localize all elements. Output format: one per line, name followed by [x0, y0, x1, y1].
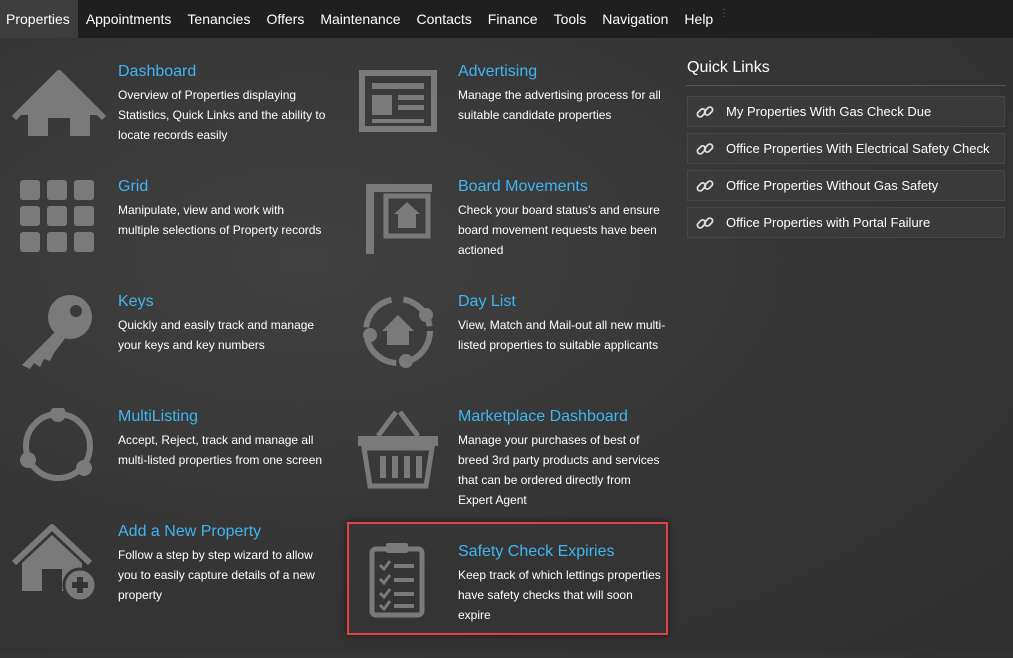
tile-add-new-property[interactable]: Add a New Property Follow a step by step…: [6, 523, 326, 633]
tile-description: Manipulate, view and work with multiple …: [118, 203, 322, 237]
highlight-frame: [347, 522, 668, 635]
quick-link-label: Office Properties With Electrical Safety…: [726, 141, 990, 156]
tile-multilisting[interactable]: MultiListing Accept, Reject, track and m…: [6, 406, 326, 518]
quick-link-label: Office Properties Without Gas Safety: [726, 178, 939, 193]
tile-day-list[interactable]: Day List View, Match and Mail-out all ne…: [346, 293, 666, 403]
link-icon: [696, 179, 714, 192]
nav-properties[interactable]: Properties: [0, 0, 78, 38]
house-add-icon: [6, 523, 116, 633]
link-icon: [696, 142, 714, 155]
basket-icon: [346, 408, 456, 518]
tile-board-movements[interactable]: Board Movements Check your board status'…: [346, 178, 666, 288]
tile-description: Overview of Properties displaying Statis…: [118, 88, 326, 142]
tile-title: Add a New Property: [118, 523, 262, 540]
tile-description: Accept, Reject, track and manage all mul…: [118, 433, 323, 467]
newspaper-icon: [346, 63, 456, 173]
tile-keys[interactable]: Keys Quickly and easily track and manage…: [6, 293, 326, 403]
tile-description: Manage the advertising process for all s…: [458, 88, 661, 122]
link-icon: [696, 105, 714, 118]
nav-help[interactable]: Help ⋮: [676, 0, 737, 38]
tile-marketplace-dashboard[interactable]: Marketplace Dashboard Manage your purcha…: [346, 408, 666, 518]
cycle-house-icon: [346, 293, 456, 403]
quick-link-item[interactable]: Office Properties With Electrical Safety…: [687, 133, 1005, 164]
tile-title: Keys: [118, 293, 154, 310]
tile-description: Manage your purchases of best of breed 3…: [458, 433, 660, 507]
nav-navigation[interactable]: Navigation: [594, 0, 676, 38]
house-icon: [6, 63, 116, 173]
quick-link-label: Office Properties with Portal Failure: [726, 215, 931, 230]
tile-title: MultiListing: [118, 408, 199, 425]
quick-link-item[interactable]: My Properties With Gas Check Due: [687, 96, 1005, 127]
network-circle-icon: [6, 406, 116, 518]
nav-appointments[interactable]: Appointments: [78, 0, 180, 38]
grid-icon: [6, 178, 116, 288]
nav-tenancies[interactable]: Tenancies: [179, 0, 258, 38]
nav-finance[interactable]: Finance: [480, 0, 546, 38]
tile-title: Day List: [458, 293, 516, 310]
tile-title: Board Movements: [458, 178, 588, 195]
board-sign-icon: [346, 178, 456, 288]
quick-link-item[interactable]: Office Properties with Portal Failure: [687, 207, 1005, 238]
link-icon: [696, 216, 714, 229]
tile-description: Check your board status's and ensure boa…: [458, 203, 660, 257]
tile-title: Marketplace Dashboard: [458, 408, 628, 425]
tile-dashboard[interactable]: Dashboard Overview of Properties display…: [6, 63, 326, 173]
key-icon: [6, 293, 116, 403]
tile-title: Grid: [118, 178, 149, 195]
nav-tools[interactable]: Tools: [546, 0, 595, 38]
tile-grid[interactable]: Grid Manipulate, view and work with mult…: [6, 178, 326, 288]
tile-advertising[interactable]: Advertising Manage the advertising proce…: [346, 63, 666, 173]
more-icon: ⋮: [719, 7, 730, 19]
quick-links-divider: [686, 85, 1006, 86]
nav-offers[interactable]: Offers: [258, 0, 312, 38]
tile-title: Advertising: [458, 63, 538, 80]
tile-description: Quickly and easily track and manage your…: [118, 318, 315, 352]
top-nav-bar: Properties Appointments Tenancies Offers…: [0, 0, 1013, 38]
nav-maintenance[interactable]: Maintenance: [312, 0, 408, 38]
quick-link-label: My Properties With Gas Check Due: [726, 104, 932, 119]
tile-title: Dashboard: [118, 63, 197, 80]
tile-description: View, Match and Mail-out all new multi-l…: [458, 318, 666, 352]
quick-link-item[interactable]: Office Properties Without Gas Safety: [687, 170, 1005, 201]
tile-description: Follow a step by step wizard to allow yo…: [118, 548, 315, 602]
nav-help-label: Help: [684, 11, 714, 27]
quick-links-heading: Quick Links: [687, 59, 770, 76]
nav-contacts[interactable]: Contacts: [409, 0, 480, 38]
